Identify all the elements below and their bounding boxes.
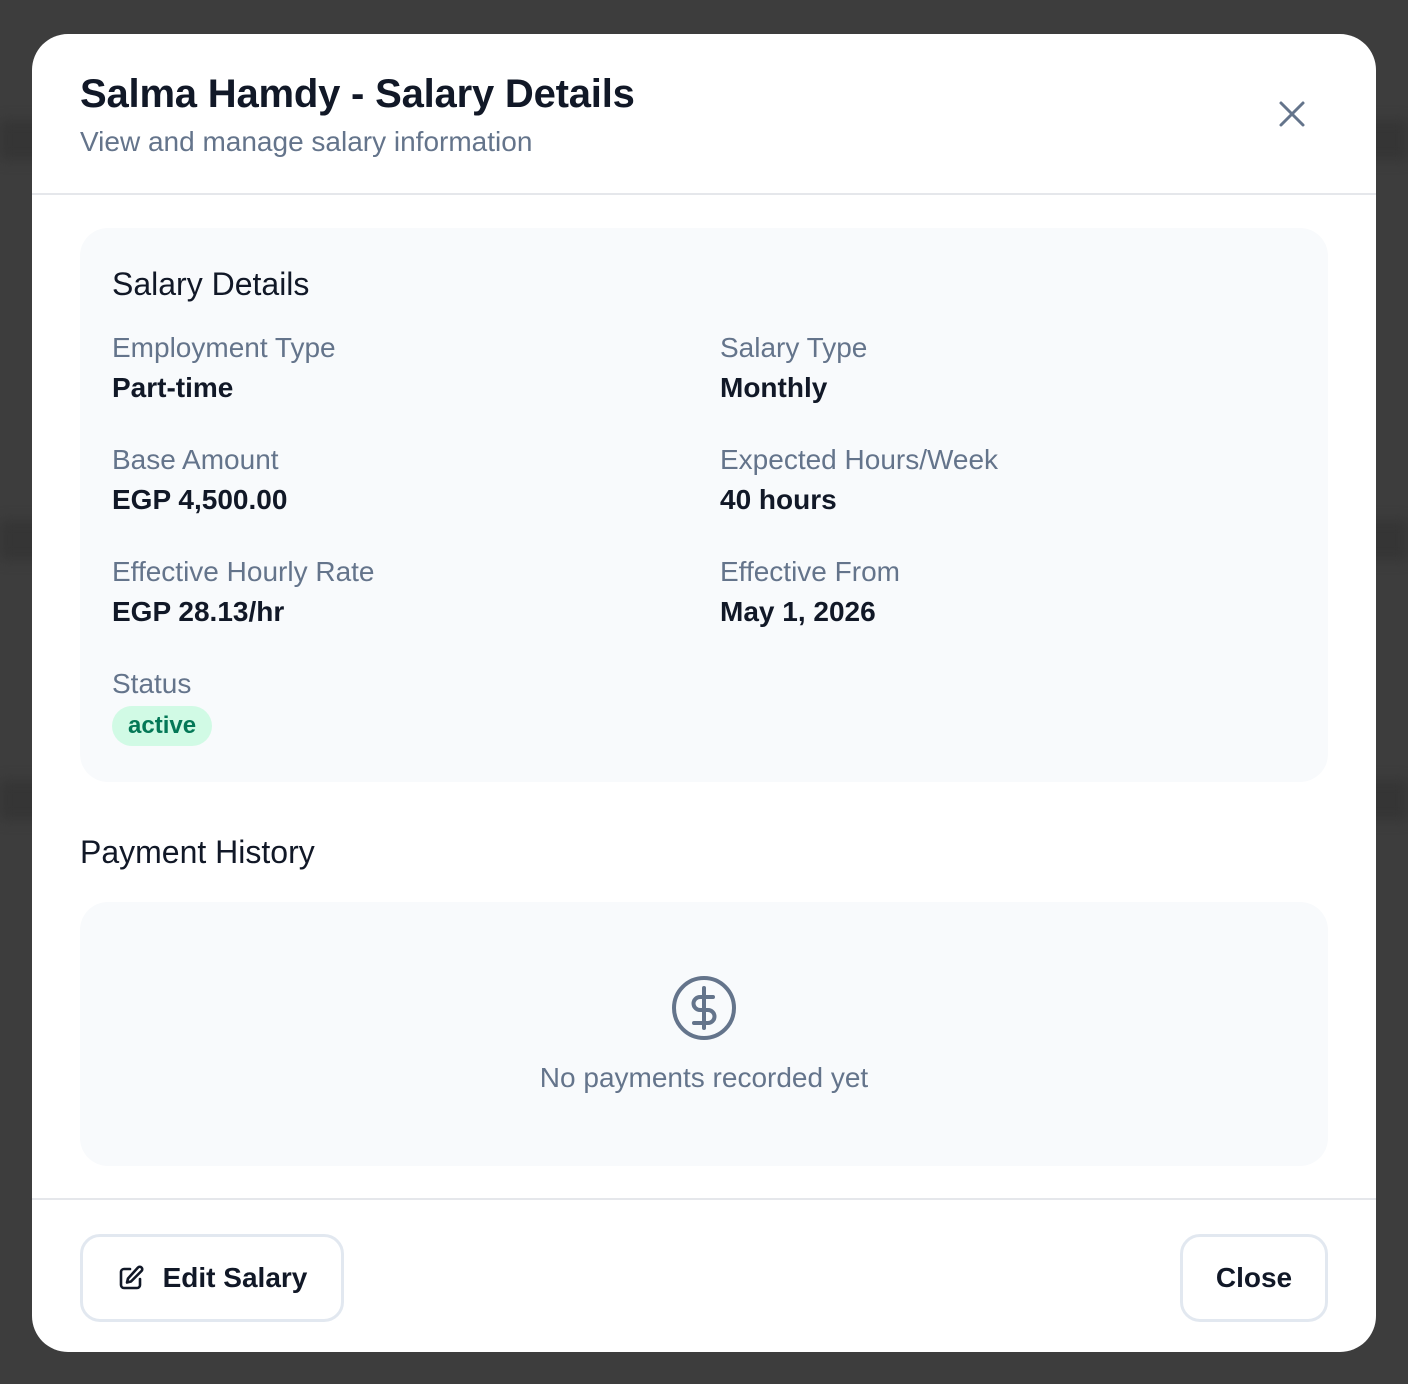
dollar-circle-icon	[670, 974, 738, 1042]
employment-type-field: Employment Type Part-time	[112, 330, 336, 406]
status-field: Status active	[112, 666, 213, 746]
field-label: Salary Type	[720, 332, 868, 363]
field-label: Employment Type	[112, 332, 336, 363]
field-label: Effective From	[720, 556, 900, 587]
dialog-subtitle: View and manage salary information	[80, 126, 533, 157]
field-value: May 1, 2026	[720, 596, 876, 627]
field-value: EGP 4,500.00	[112, 484, 288, 515]
payment-history-title: Payment History	[80, 834, 315, 870]
hourly-rate-field: Effective Hourly Rate EGP 28.13/hr	[112, 554, 375, 630]
expected-hours-field: Expected Hours/Week 40 hours	[720, 442, 998, 518]
status-badge: active	[112, 706, 213, 746]
field-value: Part-time	[112, 372, 234, 403]
field-label: Status	[112, 668, 192, 699]
payment-history-empty-state: No payments recorded yet	[80, 902, 1328, 1166]
field-value: 40 hours	[720, 484, 837, 515]
effective-from-field: Effective From May 1, 2026	[720, 554, 900, 630]
edit-icon	[117, 1264, 145, 1292]
empty-state-message: No payments recorded yet	[539, 1062, 869, 1093]
salary-details-title: Salary Details	[112, 266, 310, 302]
field-label: Expected Hours/Week	[720, 444, 999, 475]
field-label: Base Amount	[112, 444, 279, 475]
field-value: EGP 28.13/hr	[112, 596, 285, 627]
close-button[interactable]: Close	[1180, 1234, 1328, 1322]
field-value: Monthly	[720, 372, 828, 403]
close-icon[interactable]	[1272, 94, 1312, 134]
field-label: Effective Hourly Rate	[112, 556, 375, 587]
salary-details-dialog: Salma Hamdy - Salary Details View and ma…	[32, 34, 1376, 1352]
dialog-footer: Edit Salary Close	[32, 1198, 1376, 1352]
salary-type-field: Salary Type Monthly	[720, 330, 867, 406]
edit-salary-button[interactable]: Edit Salary	[80, 1234, 344, 1322]
edit-salary-label: Edit Salary	[162, 1262, 308, 1293]
dialog-title: Salma Hamdy - Salary Details	[80, 72, 635, 116]
salary-details-card: Salary Details Employment Type Part-time…	[80, 228, 1328, 782]
dialog-header: Salma Hamdy - Salary Details View and ma…	[32, 34, 1376, 195]
base-amount-field: Base Amount EGP 4,500.00	[112, 442, 287, 518]
